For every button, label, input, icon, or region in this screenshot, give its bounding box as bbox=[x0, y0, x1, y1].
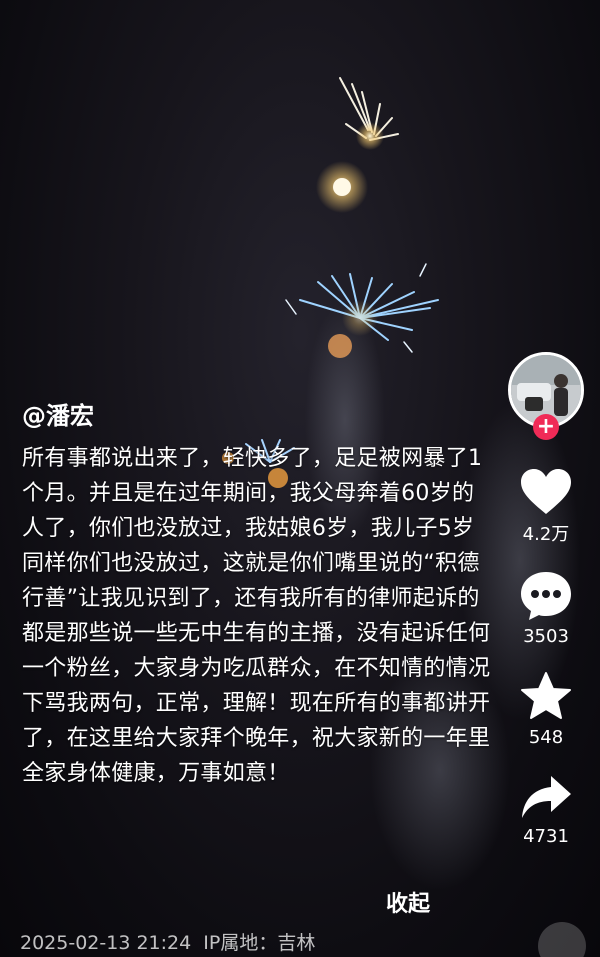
follow-button[interactable]: + bbox=[533, 414, 559, 440]
comment-count: 3503 bbox=[523, 626, 569, 647]
favorite-action[interactable]: 548 bbox=[519, 671, 573, 748]
video-screen[interactable]: @潘宏 所有事都说出来了，轻快多了，足足被网暴了1个月。并且是在过年期间，我父母… bbox=[0, 0, 600, 957]
comment-action[interactable]: 3503 bbox=[519, 570, 573, 647]
like-action[interactable]: 4.2万 bbox=[519, 468, 573, 546]
like-count: 4.2万 bbox=[522, 524, 570, 545]
comment-icon[interactable] bbox=[519, 570, 573, 622]
author-username[interactable]: @潘宏 bbox=[22, 396, 492, 431]
share-icon[interactable] bbox=[519, 772, 573, 822]
heart-icon[interactable] bbox=[519, 468, 573, 516]
post-caption-area: @潘宏 所有事都说出来了，轻快多了，足足被网暴了1个月。并且是在过年期间，我父母… bbox=[22, 396, 492, 791]
action-rail: + 4.2万 3503 548 4731 bbox=[502, 352, 590, 847]
post-datetime: 2025-02-13 21:24 bbox=[20, 932, 192, 954]
star-icon[interactable] bbox=[519, 671, 573, 723]
collapse-button[interactable]: 收起 bbox=[386, 886, 430, 918]
author-avatar-container[interactable]: + bbox=[502, 352, 590, 444]
share-count: 4731 bbox=[523, 826, 569, 847]
favorite-count: 548 bbox=[528, 727, 564, 748]
share-action[interactable]: 4731 bbox=[519, 772, 573, 847]
post-meta: 2025-02-13 21:24 IP属地：吉林 bbox=[20, 928, 321, 955]
post-caption: 所有事都说出来了，轻快多了，足足被网暴了1个月。并且是在过年期间，我父母奔着60… bbox=[22, 446, 491, 786]
ip-location: IP属地：吉林 bbox=[203, 932, 316, 954]
